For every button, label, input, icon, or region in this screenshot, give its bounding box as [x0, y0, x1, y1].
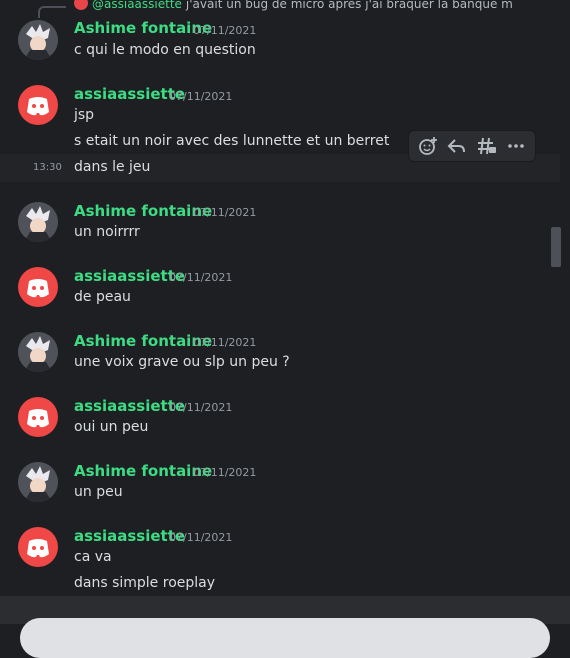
message-text: c qui le modo en question [74, 42, 256, 58]
message-text: une voix grave ou slp un peu ? [74, 354, 290, 370]
reply-avatar [74, 0, 88, 10]
more-icon[interactable] [504, 134, 528, 158]
timestamp: 07/11/2021 [193, 336, 257, 349]
message-text: oui un peu [74, 419, 149, 435]
message-text: jsp [74, 107, 95, 123]
avatar[interactable] [18, 85, 58, 125]
add-reaction-icon[interactable] [416, 134, 440, 158]
timestamp: 07/11/2021 [193, 466, 257, 479]
avatar[interactable] [18, 332, 58, 372]
timestamp: 07/11/2021 [169, 271, 233, 284]
username[interactable]: Ashime fontaine [74, 202, 212, 220]
scrollbar-thumb[interactable] [551, 227, 561, 267]
message-text: un noirrrr [74, 224, 140, 240]
timestamp: 07/11/2021 [169, 531, 233, 544]
chat-messages: @assiaassiette j'avait un bug de micro ap… [0, 0, 570, 596]
message-actions-toolbar [408, 130, 536, 162]
avatar[interactable] [18, 462, 58, 502]
username[interactable]: Ashime fontaine [74, 19, 212, 37]
message-text: ca va [74, 549, 112, 565]
avatar[interactable] [18, 202, 58, 242]
message-text: un peu [74, 484, 123, 500]
message-input[interactable] [20, 618, 550, 658]
hover-timestamp: 13:30 [33, 162, 62, 173]
avatar[interactable] [18, 397, 58, 437]
reply-text: j'avait un bug de micro apres j'ai braqu… [185, 0, 514, 11]
message-text: dans le jeu [74, 159, 151, 175]
composer-area [0, 596, 570, 658]
reply-preview[interactable]: @assiaassiette j'avait un bug de micro ap… [74, 0, 514, 12]
message-text: dans simple roeplay [74, 575, 216, 591]
reply-username[interactable]: @assiaassiette [92, 0, 182, 11]
reply-icon[interactable] [445, 134, 469, 158]
timestamp: 07/11/2021 [193, 206, 257, 219]
timestamp: 07/11/2021 [193, 24, 257, 37]
message-text: de peau [74, 289, 131, 305]
message-text: s etait un noir avec des lunnette et un … [74, 133, 390, 149]
timestamp: 07/11/2021 [169, 90, 233, 103]
username[interactable]: Ashime fontaine [74, 332, 212, 350]
avatar[interactable] [18, 527, 58, 567]
create-thread-icon[interactable] [475, 134, 499, 158]
reply-spine [38, 6, 66, 18]
scrollbar[interactable] [551, 0, 563, 596]
avatar[interactable] [18, 20, 58, 60]
avatar[interactable] [18, 267, 58, 307]
timestamp: 07/11/2021 [169, 401, 233, 414]
username[interactable]: Ashime fontaine [74, 462, 212, 480]
